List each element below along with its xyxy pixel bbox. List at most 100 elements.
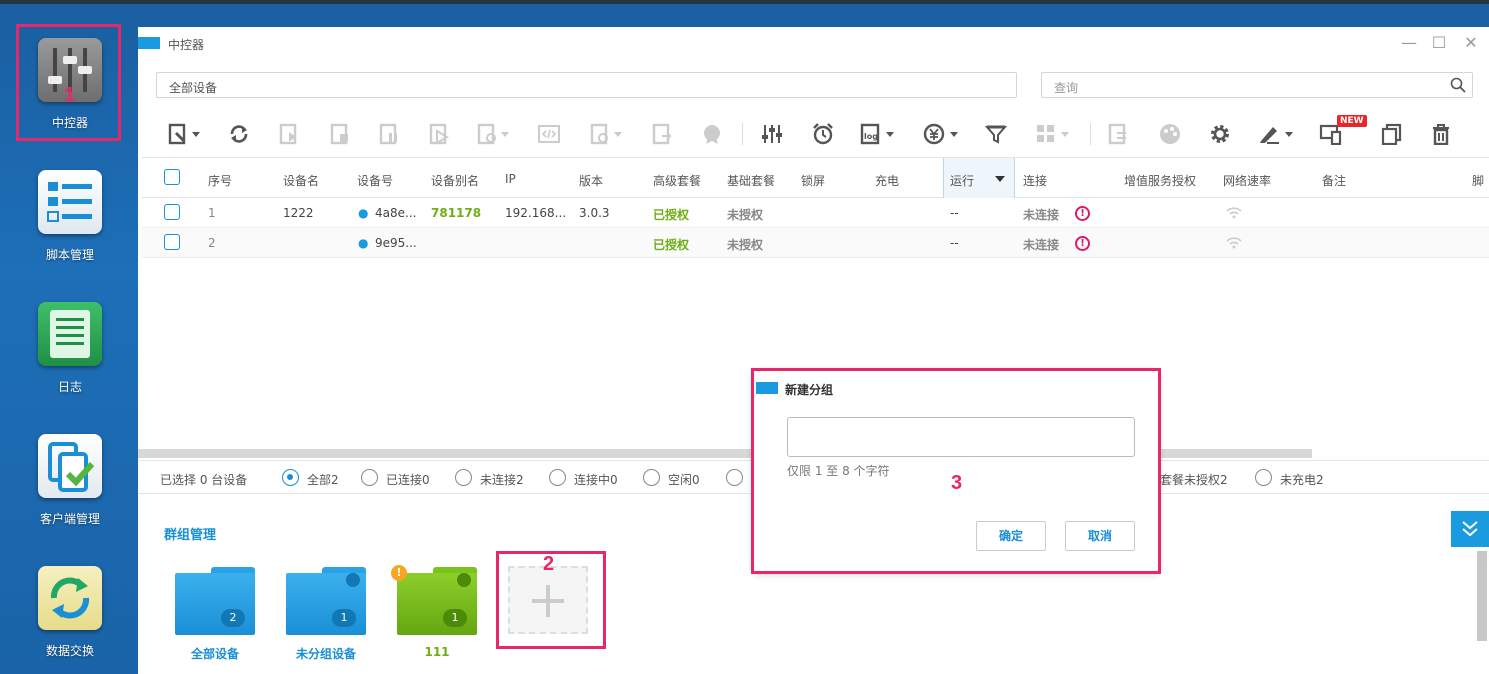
delete-button[interactable] [1430,121,1452,147]
group-label[interactable]: 未分组设备 [276,645,376,662]
transfer-doc-icon [1108,123,1126,145]
run-sort-caret-icon[interactable] [995,176,1005,182]
filter-label-basic-unauth[interactable]: 套餐未授权2 [1160,471,1228,488]
top-edge [0,0,1489,4]
run-script-button[interactable] [279,121,299,147]
maximize-button[interactable]: ☐ [1429,33,1449,53]
row-checkbox[interactable] [164,234,180,250]
filter-radio-connecting[interactable] [549,469,566,486]
pause-doc-icon [379,123,397,145]
col-vas-auth[interactable]: 增值服务授权 [1124,172,1196,189]
scroll-log-icon [38,302,102,366]
filter-radio-idle[interactable] [643,469,660,486]
group-label[interactable]: 111 [387,645,487,659]
power-doc-button[interactable] [590,121,622,147]
dropdown-icon[interactable] [346,573,360,587]
toolbar-separator [1090,123,1091,145]
search-icon[interactable] [1450,77,1466,93]
col-lock-screen[interactable]: 锁屏 [801,172,825,189]
collapse-button[interactable] [1451,511,1489,547]
filter-button[interactable] [985,121,1007,147]
filter-label-uncharged[interactable]: 未充电2 [1280,471,1324,488]
group-folder-111[interactable]: ! 1 [391,565,477,635]
table-row[interactable]: 1 1222 ● 4a8e... 781178 192.168... 3.0.3… [142,198,1489,228]
col-alias[interactable]: 设备别名 [431,172,479,189]
payment-button[interactable] [922,121,958,147]
stop-doc-icon [330,123,348,145]
col-advanced-plan[interactable]: 高级套餐 [653,172,701,189]
minimize-button[interactable]: — [1399,33,1419,53]
schedule-button[interactable] [811,121,835,147]
col-charging[interactable]: 充电 [875,172,899,189]
group-folder-all[interactable]: 2 [175,567,255,635]
group-folder-ungrouped[interactable]: 1 [286,567,366,635]
warning-icon: ! [1075,236,1090,251]
filter-radio-uncharged[interactable] [1255,469,1272,486]
palette-button[interactable] [1158,121,1182,147]
export-doc-icon [652,123,672,145]
desktop-icon-label: 数据交换 [45,644,94,658]
screen-mirror-button[interactable]: NEW [1319,115,1367,147]
filter-label-disconnected[interactable]: 未连接2 [480,471,524,488]
col-script[interactable]: 脚 [1472,172,1484,189]
desktop-icon-script-mgmt[interactable]: 脚本管理 [18,170,122,263]
sync-icon [38,566,102,630]
adjust-button[interactable] [760,121,784,147]
badge-icon [704,125,720,144]
stop-script-button[interactable] [330,121,350,147]
col-version[interactable]: 版本 [579,172,603,189]
row-checkbox[interactable] [164,204,180,220]
cell-connection: 未连接 [1023,208,1060,222]
filter-label-connecting[interactable]: 连接中0 [574,471,618,488]
col-device-id[interactable]: 设备号 [357,172,393,189]
col-remark[interactable]: 备注 [1322,172,1346,189]
search-input[interactable]: 查询 [1041,72,1473,98]
repeat-script-button[interactable] [477,121,509,147]
select-tool-button[interactable] [168,121,200,147]
apple-icon: ● [358,206,369,220]
filter-label-connected[interactable]: 已连接0 [386,471,430,488]
filter-radio-disconnected[interactable] [455,469,472,486]
dropdown-icon[interactable] [457,573,471,587]
col-run[interactable]: 运行 [950,172,974,189]
select-all-checkbox[interactable] [164,169,180,185]
desktop-icon-client-mgmt[interactable]: 客户端管理 [18,434,122,527]
group-select[interactable]: 全部设备 [156,72,1017,98]
col-ip[interactable]: IP [505,172,516,186]
transfer-button[interactable] [1108,121,1130,147]
filter-label-all[interactable]: 全部2 [307,471,339,488]
col-basic-plan[interactable]: 基础套餐 [727,172,775,189]
table-header: 序号 设备名 设备号 设备别名 IP 版本 高级套餐 基础套餐 锁屏 充电 运行… [142,157,1489,198]
code-button[interactable] [537,121,561,147]
col-connection[interactable]: 连接 [1023,172,1047,189]
export-doc-button[interactable] [652,121,672,147]
col-index[interactable]: 序号 [208,172,232,189]
badge-button[interactable] [701,121,723,147]
filter-radio-connected[interactable] [361,469,378,486]
edit-button[interactable] [1257,121,1293,147]
copy-button[interactable] [1381,121,1403,147]
desktop-icon-data-exchange[interactable]: 数据交换 [18,566,122,659]
log-button[interactable]: log [860,121,894,147]
table-row[interactable]: 2 ● 9e95... 已授权 未授权 -- 未连接 ! [142,228,1489,258]
group-label[interactable]: 全部设备 [165,645,265,662]
loop-doc-icon [477,123,496,145]
cell-index: 2 [208,236,216,250]
close-button[interactable]: ✕ [1461,33,1481,53]
desktop-icon-log[interactable]: 日志 [18,302,122,395]
filter-radio-all[interactable] [282,469,299,486]
filter-radio-running[interactable] [726,469,743,486]
wifi-icon [1226,207,1242,219]
grid-icon [1037,125,1054,142]
col-network-rate[interactable]: 网络速率 [1223,172,1271,189]
svg-text:log: log [864,132,878,141]
refresh-button[interactable] [228,121,250,147]
filter-label-idle[interactable]: 空闲0 [668,471,700,488]
vertical-scrollbar[interactable] [1477,551,1487,641]
group-count-badge: 1 [443,609,467,627]
settings-button[interactable] [1208,121,1232,147]
pause-script-button[interactable] [379,121,399,147]
resume-script-button[interactable] [429,121,449,147]
col-device-name[interactable]: 设备名 [283,172,319,189]
grid-view-button[interactable] [1035,121,1069,147]
